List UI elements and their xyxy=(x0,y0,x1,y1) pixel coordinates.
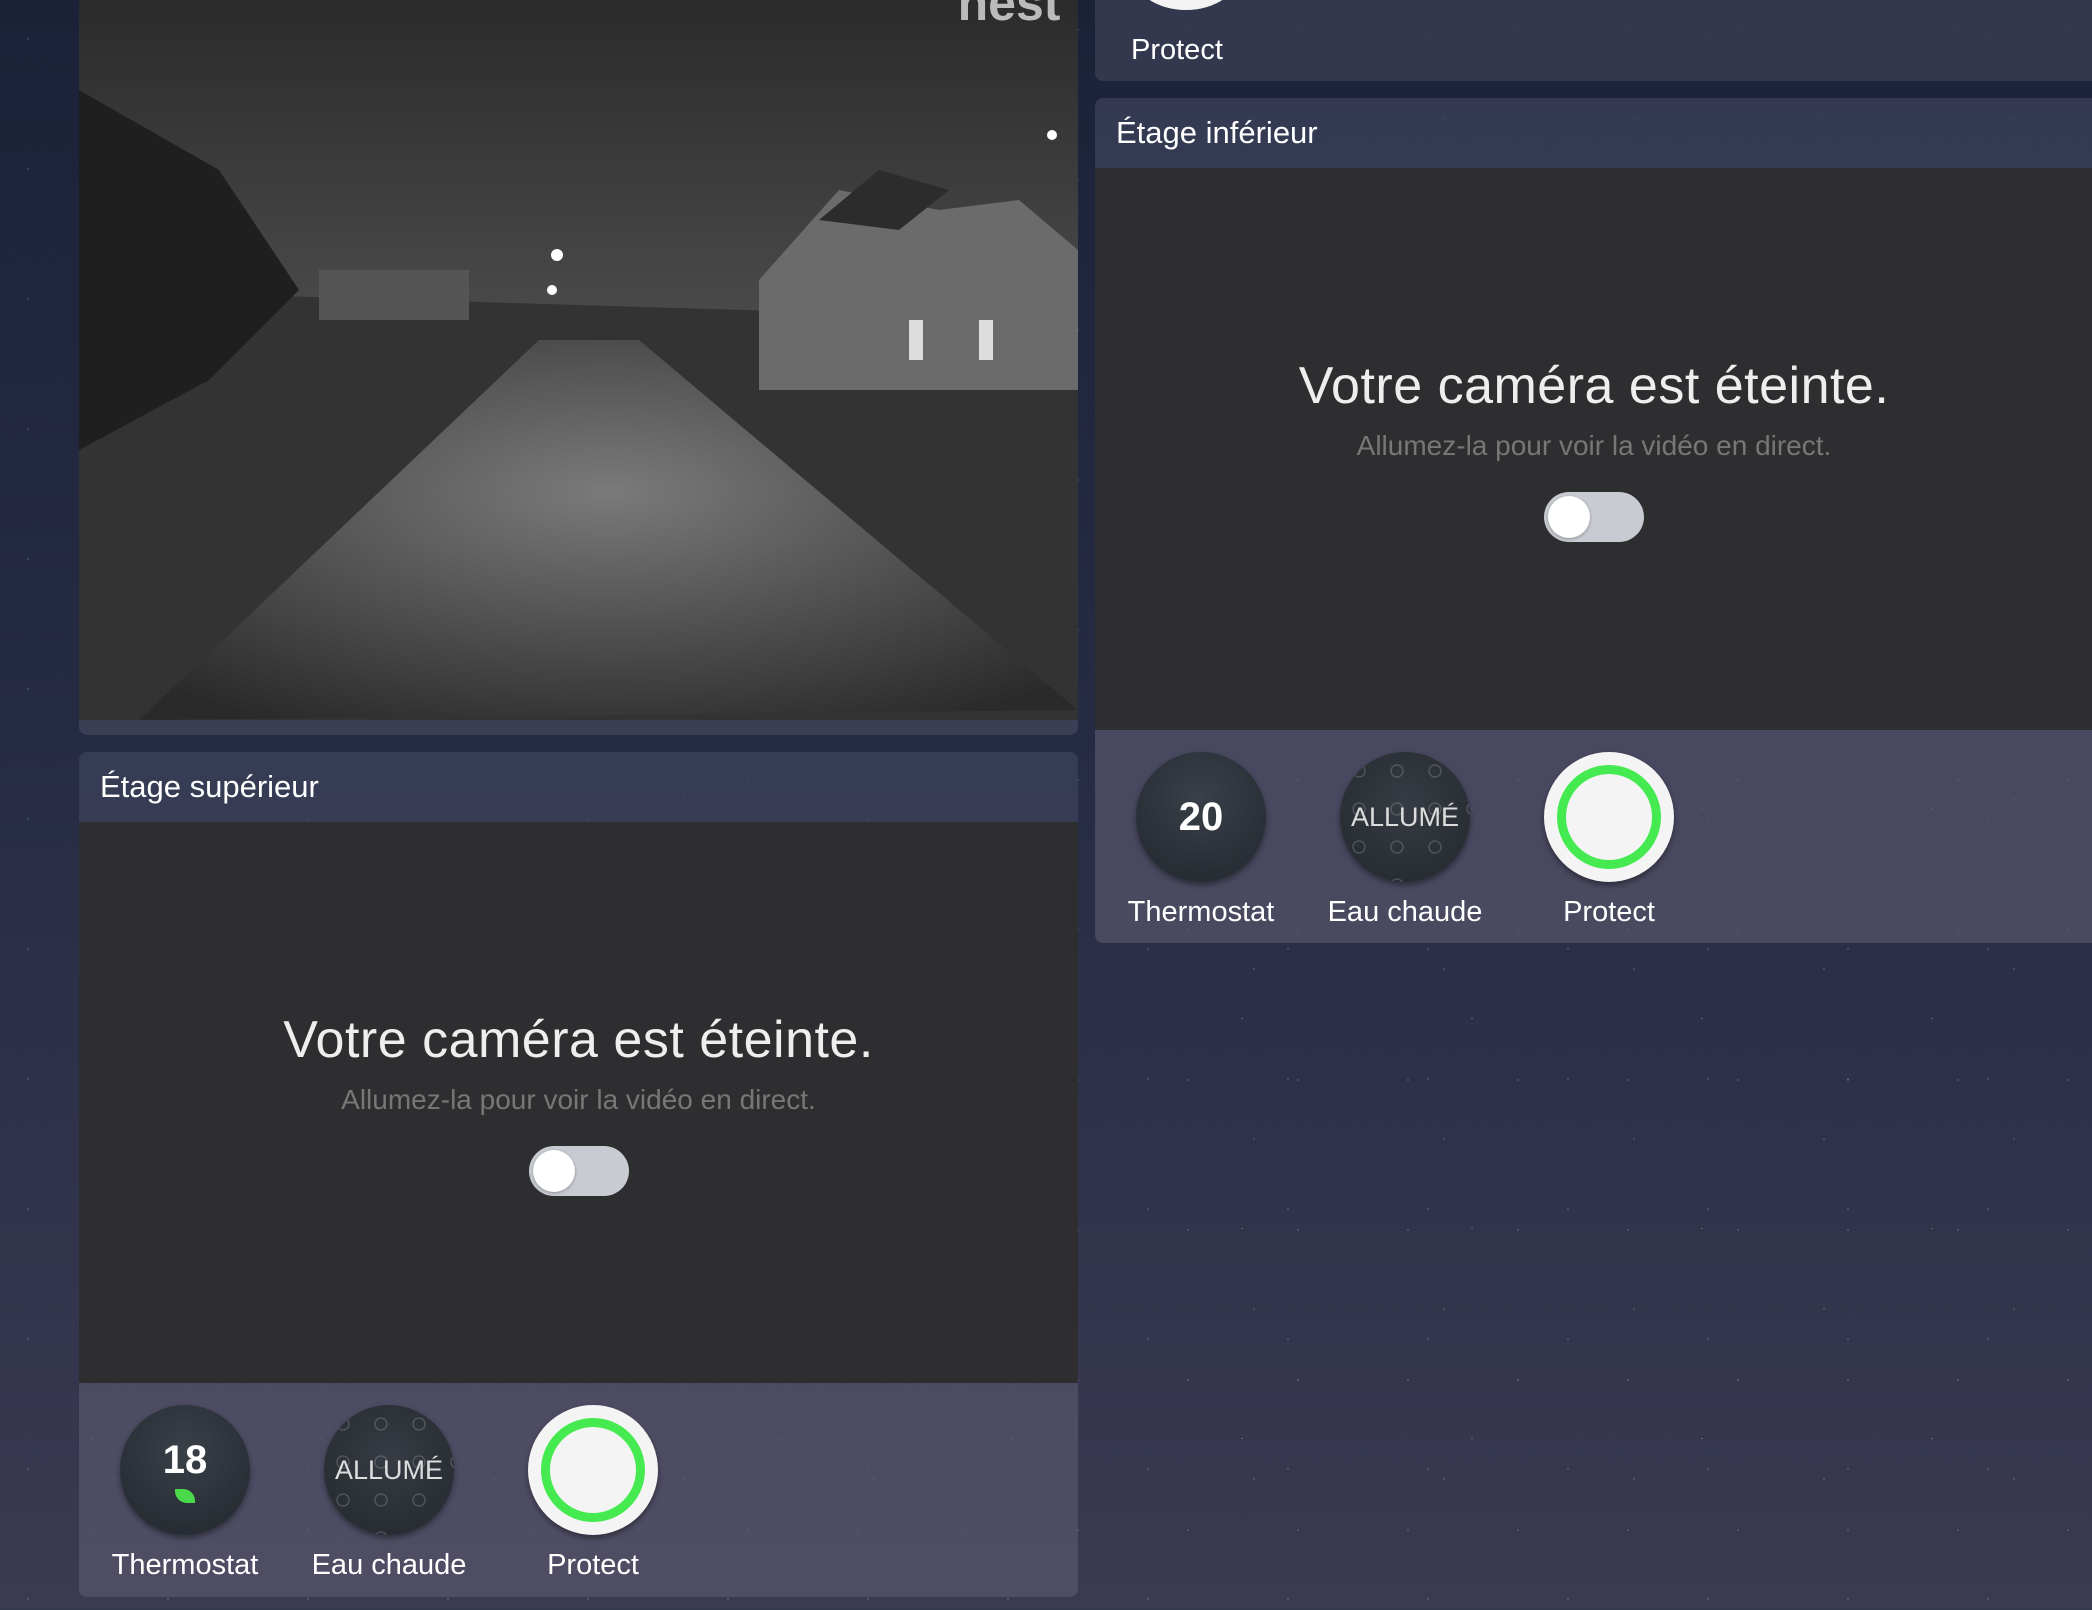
camera-card-etage-superieur: Étage supérieur Votre caméra est éteinte… xyxy=(79,752,1078,1597)
hot-water-status: ALLUMÉ xyxy=(1350,801,1460,832)
thermostat-temperature: 18 xyxy=(162,1437,208,1482)
thermostat-device[interactable]: 18 Thermostat xyxy=(83,1405,287,1597)
hot-water-bubbles-icon: ALLUMÉ xyxy=(324,1405,454,1535)
camera-off-title: Votre caméra est éteinte. xyxy=(283,1010,874,1069)
hot-water-device[interactable]: ALLUMÉ Eau chaude xyxy=(287,1405,491,1597)
thermostat-device[interactable]: 20 Thermostat xyxy=(1099,752,1303,943)
device-strip: 20 Thermostat ALLUMÉ Eau chaude Protect xyxy=(1095,730,2092,943)
device-label: Thermostat xyxy=(1127,896,1275,928)
hot-water-bubbles-icon: ALLUMÉ xyxy=(1340,752,1470,882)
protect-status-ring xyxy=(541,1418,645,1522)
protect-device[interactable]: Protect xyxy=(1507,752,1711,943)
device-label: Protect xyxy=(547,1549,639,1581)
device-label: Thermostat xyxy=(111,1549,259,1581)
device-strip: 18 Thermostat ALLUMÉ Eau chaude Protect xyxy=(79,1383,1078,1597)
protect-status-ring xyxy=(1557,765,1661,869)
camera-live-feed[interactable]: nest xyxy=(79,0,1078,720)
camera-off-subtitle: Allumez-la pour voir la vidéo en direct. xyxy=(341,1083,816,1115)
camera-off-title: Votre caméra est éteinte. xyxy=(1298,357,1890,415)
protect-icon xyxy=(528,1405,658,1535)
device-label: Eau chaude xyxy=(1327,896,1483,928)
camera-off-panel: Votre caméra est éteinte. Allumez-la pou… xyxy=(1095,168,2092,730)
camera-off-subtitle: Allumez-la pour voir la vidéo en direct. xyxy=(1356,430,1832,461)
device-label: Eau chaude xyxy=(311,1549,467,1581)
device-card-partial: Protect xyxy=(1095,0,2092,81)
device-label: Protect xyxy=(1563,896,1655,928)
thermostat-dial: 20 xyxy=(1136,752,1266,882)
camera-power-toggle[interactable] xyxy=(1544,492,1644,542)
protect-icon xyxy=(1544,752,1674,882)
nest-logo: nest xyxy=(958,0,1061,31)
eco-leaf-icon xyxy=(175,1488,195,1503)
thermostat-dial: 18 xyxy=(120,1405,250,1535)
camera-power-toggle[interactable] xyxy=(528,1145,629,1196)
protect-device[interactable]: Protect xyxy=(491,1405,695,1597)
device-label: Protect xyxy=(1131,34,1223,66)
camera-card-etage-inferieur: Étage inférieur Votre caméra est éteinte… xyxy=(1095,98,2092,943)
camera-live-card[interactable]: nest xyxy=(79,0,1078,735)
protect-device-partial[interactable] xyxy=(1131,0,1241,10)
hot-water-device[interactable]: ALLUMÉ Eau chaude xyxy=(1303,752,1507,943)
thermostat-temperature: 20 xyxy=(1178,794,1224,839)
camera-off-panel: Votre caméra est éteinte. Allumez-la pou… xyxy=(79,822,1078,1383)
camera-name: Étage inférieur xyxy=(1095,98,2092,168)
camera-name: Étage supérieur xyxy=(79,752,1078,822)
hot-water-status: ALLUMÉ xyxy=(334,1454,444,1485)
